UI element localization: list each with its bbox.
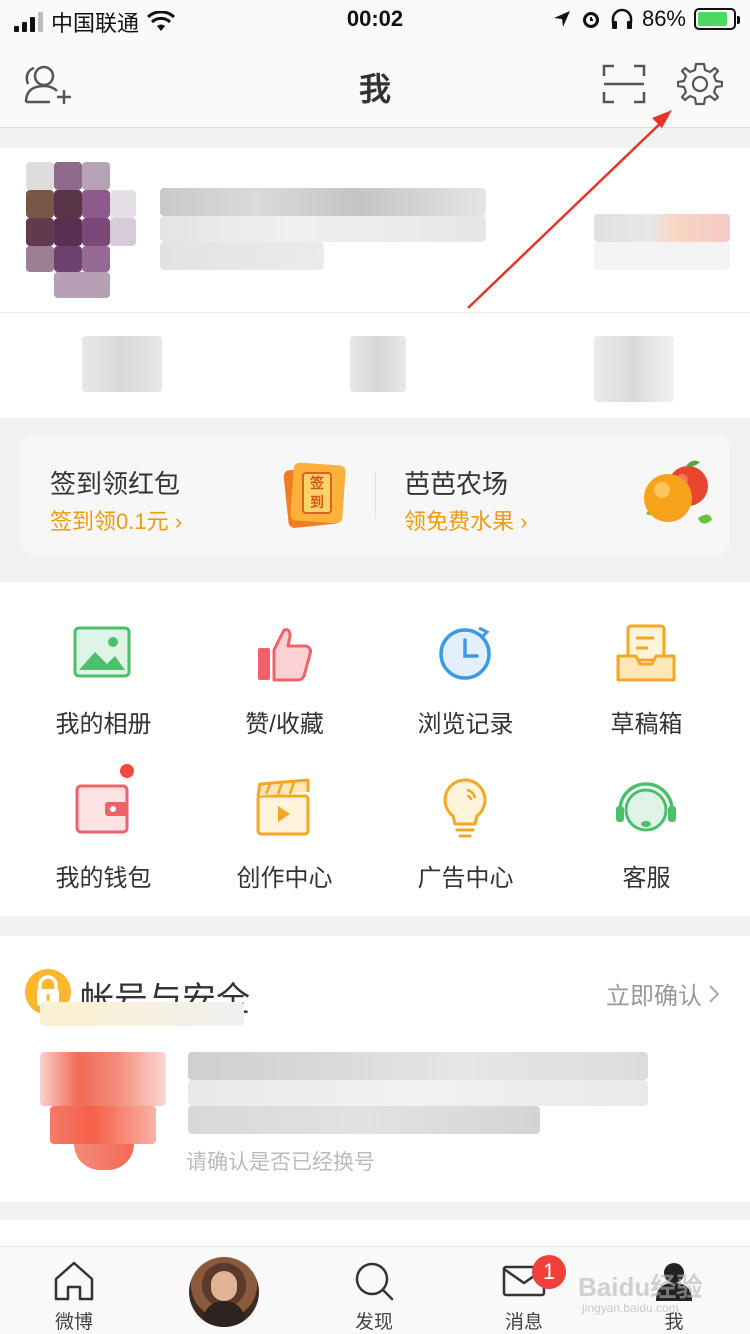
- grid-item-album[interactable]: 我的相册: [10, 582, 197, 738]
- watermark: Baidu经验: [578, 1272, 703, 1302]
- grid-label: 浏览记录: [417, 711, 514, 738]
- confirm-now-label: 立即确认: [606, 983, 702, 1010]
- sign-in-promo[interactable]: 签到领红包 签到领0.1元 › 签到: [20, 436, 375, 554]
- tab-bar: 微博 发现 1 消息 我 Baidu经验 jingyan.baidu.com: [0, 1246, 750, 1334]
- scan-icon: [602, 64, 646, 104]
- grid-label: 我的钱包: [55, 865, 152, 892]
- tab-label: 发现: [354, 1312, 393, 1333]
- chevron-right-icon: [709, 984, 720, 1003]
- headset-icon: [616, 782, 676, 832]
- watermark-url: jingyan.baidu.com: [582, 1301, 679, 1315]
- sign-in-title: 签到领红包: [50, 469, 181, 499]
- account-security-card[interactable]: 帐号与安全 立即确认 请确认是否已经换号: [0, 936, 750, 1202]
- username: [160, 188, 486, 216]
- home-icon: [54, 1261, 94, 1301]
- grid-label: 我的相册: [55, 711, 152, 738]
- tools-grid: 我的相册 赞/收藏 浏览记录 草稿箱 我的钱包 创作中心 广告中心 客服: [0, 582, 750, 916]
- farm-promo[interactable]: 芭芭农场 领免费水果 ›: [376, 436, 730, 554]
- avatar[interactable]: [26, 162, 136, 298]
- wallet-icon: [75, 784, 129, 834]
- shield-icon: [40, 1052, 166, 1170]
- farm-subtitle: 领免费水果 ›: [404, 509, 528, 534]
- location-icon: [553, 11, 570, 27]
- battery-icon: [694, 8, 740, 30]
- profile-card[interactable]: [0, 148, 750, 418]
- grid-label: 广告中心: [417, 865, 514, 892]
- tab-home[interactable]: 微博: [14, 1247, 134, 1334]
- battery-percent: 86%: [641, 6, 686, 31]
- sign-in-badge-text: 签到: [302, 472, 332, 514]
- sign-in-subtitle: 签到领0.1元 ›: [50, 509, 183, 534]
- next-section-edge: [0, 1220, 750, 1246]
- grid-item-ads[interactable]: 广告中心: [372, 736, 559, 892]
- settings-button[interactable]: [672, 60, 728, 108]
- tab-messages[interactable]: 1 消息: [464, 1247, 584, 1334]
- tab-label: 消息: [504, 1312, 543, 1333]
- headphones-icon: [611, 8, 633, 29]
- user-bio: [160, 216, 486, 242]
- user-meta: [160, 242, 324, 270]
- gear-icon: [677, 62, 723, 106]
- scan-button[interactable]: [596, 60, 652, 108]
- stat-followers[interactable]: [594, 336, 674, 402]
- grid-item-drafts[interactable]: 草稿箱: [553, 582, 740, 738]
- farm-title: 芭芭农场: [404, 469, 509, 499]
- tab-label: 微博: [54, 1312, 93, 1333]
- grid-item-wallet[interactable]: 我的钱包: [10, 736, 197, 892]
- unread-badge: 1: [532, 1255, 566, 1289]
- red-envelope-icon: 签到: [283, 462, 346, 529]
- stat-following[interactable]: [350, 336, 406, 392]
- blurred-message: [188, 1052, 648, 1080]
- tab-discover[interactable]: 发现: [314, 1247, 434, 1334]
- wallet-notification-dot: [120, 764, 134, 778]
- alarm-icon: [582, 12, 599, 28]
- search-icon: [355, 1262, 394, 1301]
- grid-label: 赞/收藏: [245, 711, 324, 738]
- security-hint: 请确认是否已经换号: [186, 1151, 375, 1174]
- stat-weibo[interactable]: [82, 336, 162, 392]
- status-bar: 中国联通 00:02 86%: [0, 0, 750, 40]
- nav-bar: 我: [0, 40, 750, 128]
- video-clapper-icon: [256, 778, 310, 836]
- thumbs-up-icon: [258, 628, 312, 682]
- grid-item-creator[interactable]: 创作中心: [191, 736, 378, 892]
- drafts-icon: [616, 624, 676, 682]
- clock-icon: [439, 626, 491, 680]
- promo-banner: 签到领红包 签到领0.1元 › 签到 芭芭农场 领免费水果 ›: [20, 436, 730, 554]
- fruit-icon: [644, 460, 712, 524]
- photo-album-icon: [73, 626, 131, 678]
- grid-item-support[interactable]: 客服: [553, 736, 740, 892]
- grid-label: 创作中心: [236, 865, 333, 892]
- vip-badge[interactable]: [594, 214, 730, 242]
- grid-label: 草稿箱: [610, 711, 683, 738]
- confirm-now-link[interactable]: 立即确认: [606, 976, 720, 1011]
- grid-label: 客服: [622, 865, 671, 892]
- avatar[interactable]: [189, 1257, 259, 1327]
- blurred-subtitle: [40, 1002, 244, 1026]
- profile-divider: [0, 312, 750, 313]
- grid-item-likes[interactable]: 赞/收藏: [191, 582, 378, 738]
- grid-item-history[interactable]: 浏览记录: [372, 582, 559, 738]
- lightbulb-icon: [443, 778, 487, 838]
